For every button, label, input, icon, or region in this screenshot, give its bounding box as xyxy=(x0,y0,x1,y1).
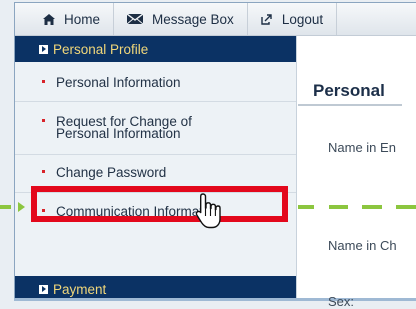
highlight-box xyxy=(31,186,288,222)
bullet-icon xyxy=(42,170,45,173)
callout-dash xyxy=(298,205,314,209)
title-underline xyxy=(298,104,402,106)
top-navigation: Home Message Box Logout xyxy=(15,3,416,36)
section-personal-profile-label: Personal Profile xyxy=(53,41,149,57)
callout-dash xyxy=(0,205,11,209)
page-title: Personal xyxy=(313,81,385,100)
frame-bottom-border xyxy=(14,298,416,301)
sidebar-item-change-password[interactable]: Change Password xyxy=(15,166,296,180)
bullet-icon xyxy=(42,80,45,83)
section-personal-profile[interactable]: Personal Profile xyxy=(15,36,296,62)
section-bullet-icon xyxy=(39,284,48,294)
divider xyxy=(15,154,296,155)
nav-logout[interactable]: Logout xyxy=(248,3,338,35)
sidebar: Personal Profile Personal Information Re… xyxy=(15,36,297,299)
sidebar-item-label-line2: Personal Information xyxy=(56,126,181,141)
home-icon xyxy=(43,13,55,25)
nav-message-box-label: Message Box xyxy=(152,11,234,27)
envelope-icon xyxy=(127,14,144,24)
sidebar-item-request-change[interactable]: Request for Change of Personal Informati… xyxy=(15,115,296,143)
callout-dash xyxy=(396,205,416,209)
callout-dash xyxy=(329,205,348,209)
field-label-sex: Sex: xyxy=(328,294,355,309)
section-bullet-icon xyxy=(39,44,48,54)
sidebar-item-label: Change Password xyxy=(56,165,167,180)
field-label-name-english: Name in En xyxy=(328,140,396,155)
callout-dash xyxy=(362,205,382,209)
content-panel xyxy=(311,36,416,299)
bullet-icon xyxy=(42,119,45,122)
sidebar-item-label: Personal Information xyxy=(56,75,181,90)
pointer-hand-icon xyxy=(195,193,221,229)
divider xyxy=(15,101,296,102)
field-label-name-chinese: Name in Ch xyxy=(328,238,397,253)
nav-home[interactable]: Home xyxy=(15,3,115,35)
nav-home-label: Home xyxy=(64,11,101,27)
nav-logout-label: Logout xyxy=(281,11,324,27)
sidebar-item-personal-information[interactable]: Personal Information xyxy=(15,76,296,90)
logout-icon xyxy=(261,13,273,25)
section-payment[interactable]: Payment xyxy=(15,276,296,299)
section-payment-label: Payment xyxy=(53,281,107,297)
callout-arrow-icon xyxy=(18,202,25,212)
nav-message-box[interactable]: Message Box xyxy=(114,3,248,35)
